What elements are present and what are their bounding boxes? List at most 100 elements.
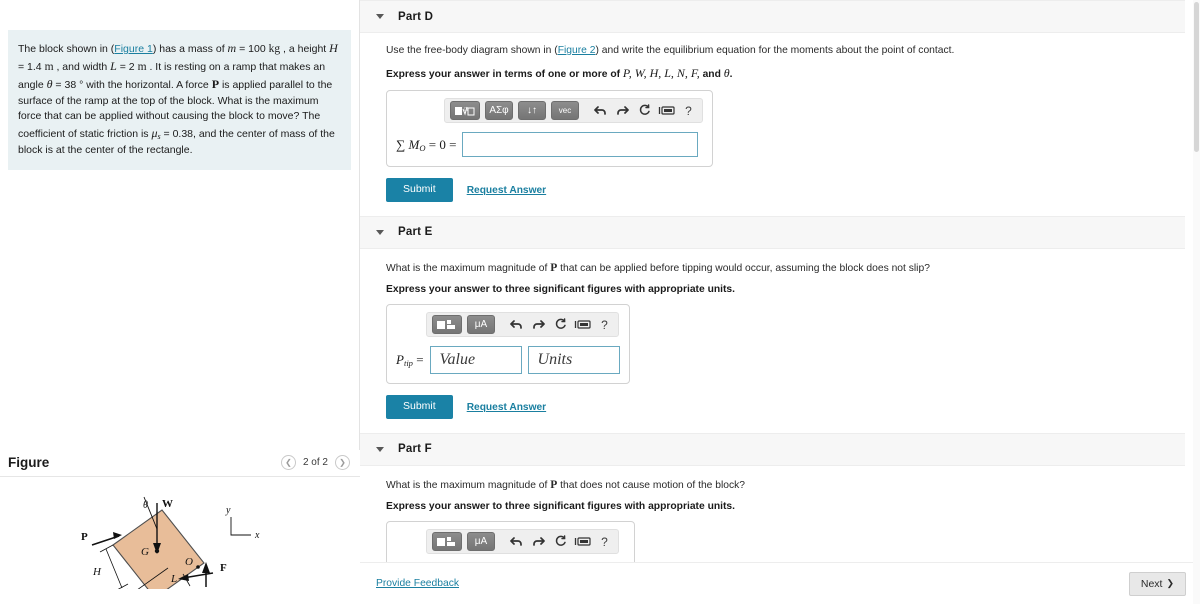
- problem-statement: The block shown in (Figure 1) has a mass…: [8, 30, 351, 171]
- keyboard-icon[interactable]: [574, 536, 591, 547]
- redo-icon[interactable]: [614, 105, 631, 116]
- units-micro-amp-key[interactable]: μA: [467, 532, 495, 552]
- reset-icon[interactable]: [552, 535, 569, 548]
- part-e-prompt-pre: What is the maximum magnitude of: [386, 262, 551, 274]
- next-button[interactable]: Next ❯: [1128, 571, 1186, 596]
- part-d-header[interactable]: Part D: [360, 0, 1185, 33]
- scrollbar-thumb[interactable]: [1194, 2, 1199, 152]
- template-matrix-key[interactable]: [432, 315, 462, 335]
- part-f-header[interactable]: Part F: [360, 432, 1185, 466]
- part-e-eq-main: P: [396, 352, 404, 368]
- template-matrix-key[interactable]: □: [450, 101, 480, 121]
- part-e-header[interactable]: Part E: [360, 215, 1185, 249]
- part-e-units-input[interactable]: Units: [527, 346, 620, 375]
- var-H: H: [329, 41, 338, 55]
- figure-counter: 2 of 2: [302, 457, 328, 468]
- reset-icon[interactable]: [636, 104, 653, 117]
- axes-indicator: [230, 517, 251, 536]
- chevron-down-icon[interactable]: [376, 446, 384, 452]
- part-e-answer-card: μA ? Ptip = Value Units: [386, 304, 630, 385]
- part-d-request-answer-link[interactable]: Request Answer: [467, 185, 546, 196]
- part-e-title: Part E: [398, 226, 433, 239]
- part-d-body: Use the free-body diagram shown in (Figu…: [360, 33, 1185, 202]
- help-icon[interactable]: ?: [596, 318, 613, 332]
- scrollbar-track[interactable]: [1193, 0, 1200, 604]
- part-e-request-answer-link[interactable]: Request Answer: [467, 402, 546, 413]
- part-e-submit-button[interactable]: Submit: [386, 395, 453, 419]
- unit-m-2: m: [137, 61, 147, 74]
- redo-icon[interactable]: [530, 536, 547, 547]
- keyboard-icon[interactable]: [574, 319, 591, 330]
- reset-icon[interactable]: [552, 318, 569, 331]
- units-key-label: μA: [474, 536, 488, 548]
- part-d-equation-row: ∑ MO = 0 =: [396, 132, 703, 158]
- label-L: L: [170, 573, 177, 585]
- var-m: m: [227, 41, 237, 55]
- part-e-prompt-post: that can be applied before tipping would…: [557, 262, 930, 274]
- label-O: O: [185, 556, 193, 568]
- var-P-bold: P: [211, 77, 220, 92]
- var-mu-s: μs: [151, 125, 161, 141]
- page-root: The block shown in (Figure 1) has a mass…: [0, 0, 1200, 604]
- figure-panel-title: Figure: [8, 455, 50, 470]
- part-d-answer-input[interactable]: [462, 132, 699, 158]
- chevron-right-icon: ❯: [1166, 578, 1174, 588]
- template-matrix-key[interactable]: [432, 532, 462, 552]
- label-F: F: [220, 562, 227, 574]
- help-icon[interactable]: ?: [596, 535, 613, 549]
- part-d-title: Part D: [398, 10, 434, 23]
- label-P: P: [81, 531, 88, 543]
- keyboard-icon[interactable]: [658, 105, 675, 116]
- part-e-value-input[interactable]: Value: [429, 346, 522, 375]
- units-key-label: μA: [474, 319, 488, 331]
- var-L: L: [110, 59, 117, 74]
- chevron-down-icon[interactable]: [376, 14, 384, 19]
- figure-diagram-area: P W θ G O F H L y x: [0, 477, 360, 595]
- section-part-e: Part E What is the maximum magnitude of …: [360, 215, 1185, 419]
- help-icon[interactable]: ?: [680, 104, 697, 118]
- vector-key-label: vec: [558, 106, 572, 116]
- part-d-eq-tail: = 0 =: [425, 136, 457, 152]
- contact-point-dot: [196, 565, 200, 569]
- undo-icon[interactable]: [508, 536, 525, 547]
- chevron-right-icon[interactable]: ❯: [335, 455, 350, 470]
- part-e-answer-row: Ptip = Value Units: [396, 346, 620, 375]
- part-d-submit-row: Submit Request Answer: [386, 178, 1185, 202]
- part-d-math-toolbar: □ ΑΣφ ↓↑ vec ?: [444, 98, 703, 124]
- part-e-submit-row: Submit Request Answer: [386, 395, 1185, 419]
- figure-2-link[interactable]: Figure 2: [558, 45, 596, 56]
- vector-key[interactable]: vec: [551, 101, 579, 121]
- part-d-express-pre: Express your answer in terms of one or m…: [386, 69, 623, 81]
- chevron-down-icon[interactable]: [376, 229, 384, 235]
- unit-kg: kg: [268, 43, 281, 55]
- figure-1-link[interactable]: Figure 1: [114, 43, 153, 55]
- right-panel: Part D Use the free-body diagram shown i…: [360, 0, 1200, 604]
- chevron-left-icon[interactable]: ❮: [280, 455, 296, 470]
- part-e-eq-sub: tip: [403, 358, 413, 369]
- greek-alpha-sigma-phi-key[interactable]: ΑΣφ: [485, 101, 513, 121]
- part-d-prompt-post: ) and write the equilibrium equation for…: [595, 45, 955, 56]
- part-d-prompt: Use the free-body diagram shown in (Figu…: [386, 44, 1185, 58]
- part-e-math-toolbar: μA ?: [426, 312, 619, 338]
- part-d-answer-card: □ ΑΣφ ↓↑ vec ? ∑ MO = 0 =: [386, 90, 713, 168]
- part-f-title: Part F: [398, 443, 432, 456]
- part-f-prompt: What is the maximum magnitude of P that …: [386, 477, 1185, 493]
- force-P-arrowhead: [113, 532, 122, 539]
- redo-icon[interactable]: [530, 319, 547, 330]
- part-d-submit-button[interactable]: Submit: [386, 178, 453, 202]
- unit-m: m: [44, 61, 54, 74]
- next-button-label: Next: [1140, 577, 1163, 590]
- undo-icon[interactable]: [592, 105, 609, 116]
- figure-pagination: ❮ 2 of 2 ❯: [280, 455, 350, 470]
- label-x-axis: x: [254, 530, 260, 541]
- figure-panel: Figure ❮ 2 of 2 ❯ P W θ G O F H L y x: [0, 450, 360, 604]
- units-micro-amp-key[interactable]: μA: [467, 315, 495, 335]
- part-d-equation-label: ∑ MO = 0 =: [396, 136, 457, 153]
- undo-icon[interactable]: [508, 319, 525, 330]
- part-e-body: What is the maximum magnitude of P that …: [360, 249, 1185, 419]
- provide-feedback-link[interactable]: Provide Feedback: [376, 578, 459, 589]
- free-body-diagram: P W θ G O F H L y x: [81, 496, 260, 589]
- center-of-mass-dot: [154, 548, 160, 554]
- arrows-up-down-key[interactable]: ↓↑: [518, 101, 546, 121]
- part-d-express-vars: P, W, H, L, N, F,: [622, 66, 700, 81]
